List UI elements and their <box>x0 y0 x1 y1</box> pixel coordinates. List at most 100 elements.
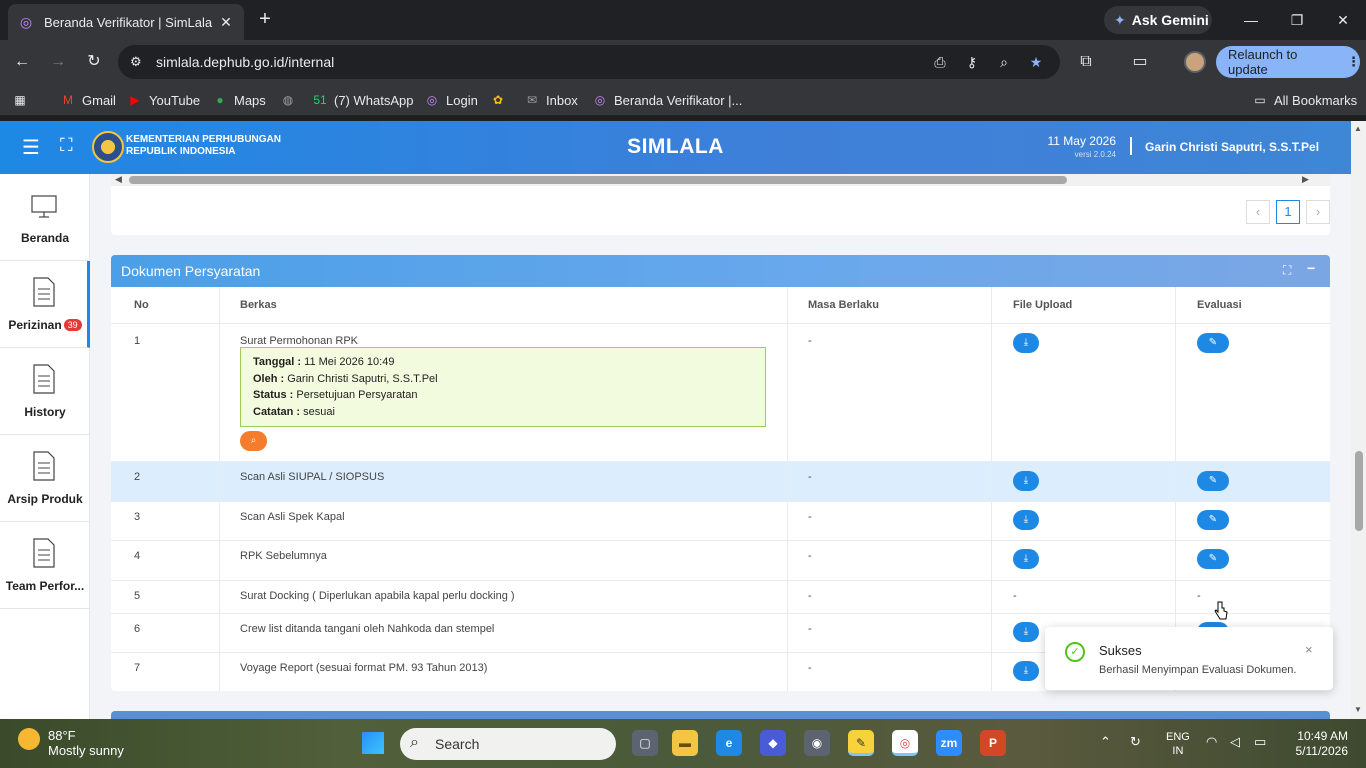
reload-icon[interactable]: ↻ <box>82 50 106 74</box>
download-icon: ⤓ <box>1023 337 1029 348</box>
sidebar-item-label: Beranda <box>20 231 70 245</box>
detail-catatan-label: Catatan : <box>253 405 301 418</box>
scroll-right-icon[interactable]: ▶ <box>1302 174 1309 185</box>
profile-avatar[interactable] <box>1184 51 1206 73</box>
forward-arrow-icon[interactable]: → <box>46 50 70 74</box>
chrome-icon[interactable]: ◎ <box>892 730 918 756</box>
file-explorer-icon[interactable]: ▬ <box>672 730 698 756</box>
pagination-prev[interactable]: ‹ <box>1246 200 1270 224</box>
sticky-notes-icon[interactable]: ✎ <box>848 730 874 756</box>
download-button[interactable]: ⤓ <box>1013 549 1039 569</box>
chevron-up-icon[interactable]: ⌃ <box>1100 734 1111 750</box>
app-version: versi 2.0.24 <box>1074 150 1116 159</box>
sidebar-item-team-performance[interactable]: Team Perfor... <box>0 522 90 609</box>
powerpoint-icon[interactable]: P <box>980 730 1006 756</box>
bookmark-item[interactable]: M Gmail <box>60 91 116 109</box>
search-icon: ⌕ <box>410 734 419 751</box>
header-user-name[interactable]: Garin Christi Saputri, S.S.T.Pel <box>1145 140 1319 154</box>
install-app-icon[interactable]: ⎙ <box>928 50 952 74</box>
pagination-page[interactable]: 1 <box>1276 200 1300 224</box>
bookmark-label: Maps <box>234 92 266 108</box>
pagination-next[interactable]: › <box>1306 200 1330 224</box>
battery-icon[interactable]: ▭ <box>1254 734 1266 750</box>
edit-evaluation-button[interactable]: ✎ <box>1197 471 1229 491</box>
sidebar-item-history[interactable]: History <box>0 348 90 435</box>
scroll-thumb[interactable] <box>1355 451 1363 531</box>
address-bar[interactable]: ⚙ simlala.dephub.go.id/internal <box>118 45 1060 79</box>
restore-icon[interactable]: ❐ <box>1274 6 1320 34</box>
bookmark-item[interactable]: ◍ <box>280 91 302 109</box>
bookmark-item[interactable]: 51 (7) WhatsApp <box>312 91 413 109</box>
horizontal-scrollbar[interactable]: ◀ ▶ <box>111 174 1330 186</box>
bookmark-item[interactable]: ● Maps <box>212 91 266 109</box>
sidebar-item-perizinan[interactable]: Perizinan 39 <box>0 261 90 348</box>
edit-evaluation-button[interactable]: ✎ <box>1197 333 1229 353</box>
scroll-up-icon[interactable]: ▲ <box>1354 124 1362 133</box>
app-icon[interactable]: ◆ <box>760 730 786 756</box>
download-button[interactable]: ⤓ <box>1013 661 1039 681</box>
berkas-name: Scan Asli Spek Kapal <box>240 511 345 523</box>
task-view-icon[interactable]: ▢ <box>632 730 658 756</box>
new-tab-button[interactable]: + <box>254 8 276 30</box>
bookmark-item[interactable]: ▶ YouTube <box>127 91 200 109</box>
system-clock[interactable]: 10:49 AM 5/11/2026 <box>1290 729 1349 759</box>
weather-sun-icon[interactable] <box>18 728 40 750</box>
weather-widget[interactable]: 88°F Mostly sunny <box>48 728 124 758</box>
file-upload-empty: - <box>1013 590 1017 602</box>
edit-evaluation-button[interactable]: ✎ <box>1197 549 1229 569</box>
language-indicator[interactable]: ENG IN <box>1166 730 1190 758</box>
scroll-left-icon[interactable]: ◀ <box>115 174 122 185</box>
download-button[interactable]: ⤓ <box>1013 510 1039 530</box>
column-divider <box>787 287 788 691</box>
view-detail-button[interactable]: ⌕ <box>240 431 267 451</box>
browser-tab[interactable]: ◎ Beranda Verifikator | SimLala ✕ <box>8 4 244 40</box>
password-key-icon[interactable]: ⚷ <box>960 50 984 74</box>
close-tab-icon[interactable]: ✕ <box>218 14 234 31</box>
windows-taskbar: 88°F Mostly sunny ⌕ Search ▢ ▬ e ◆ ◉ ✎ ◎… <box>0 719 1366 768</box>
download-button[interactable]: ⤓ <box>1013 622 1039 642</box>
wifi-icon[interactable]: ◠ <box>1206 734 1217 750</box>
back-arrow-icon[interactable]: ← <box>10 50 34 74</box>
bookmark-item[interactable]: ✿ <box>490 91 512 109</box>
windows-start-icon[interactable] <box>362 732 384 754</box>
column-header-file-upload: File Upload <box>1013 299 1073 311</box>
tab-search-icon[interactable]: ▭ <box>1128 50 1152 74</box>
relaunch-label: Relaunch to update <box>1228 47 1298 77</box>
sidebar-item-beranda[interactable]: Beranda <box>0 174 90 261</box>
bookmark-star-icon[interactable]: ★ <box>1024 50 1048 74</box>
sync-icon[interactable]: ↻ <box>1130 734 1141 750</box>
camera-icon[interactable]: ◉ <box>804 730 830 756</box>
column-header-masa-berlaku: Masa Berlaku <box>808 299 879 311</box>
extensions-icon[interactable]: ⧉ <box>1074 50 1098 74</box>
sidebar-item-arsip-produk[interactable]: Arsip Produk <box>0 435 90 522</box>
toast-close-button[interactable]: × <box>1305 642 1313 657</box>
site-info-icon[interactable]: ⚙ <box>130 54 150 70</box>
horizontal-scroll-thumb[interactable] <box>129 176 1067 184</box>
collapse-card-icon[interactable]: − <box>1307 260 1315 276</box>
sidebar-item-label: History <box>24 405 66 419</box>
minimize-icon[interactable]: — <box>1228 6 1274 34</box>
scroll-down-icon[interactable]: ▼ <box>1354 705 1362 714</box>
check-circle-icon: ✓ <box>1065 642 1085 662</box>
window-close-icon[interactable]: ✕ <box>1320 6 1366 34</box>
page-scrollbar[interactable]: ▲ ▼ <box>1351 121 1366 719</box>
zoom-app-icon[interactable]: zm <box>936 730 962 756</box>
ask-gemini-button[interactable]: ✦ Ask Gemini <box>1104 6 1212 34</box>
edge-icon[interactable]: e <box>716 730 742 756</box>
relaunch-button[interactable]: Relaunch to update ⋮ <box>1216 46 1360 78</box>
bookmark-item[interactable]: ◎ Beranda Verifikator |... <box>592 91 743 109</box>
url-text: simlala.dephub.go.id/internal <box>156 54 335 70</box>
all-bookmarks[interactable]: ▭ All Bookmarks <box>1252 91 1357 109</box>
whatsapp-icon: 51 <box>313 93 327 107</box>
zoom-icon[interactable]: ⌕ <box>992 50 1016 74</box>
edit-evaluation-button[interactable]: ✎ <box>1197 510 1229 530</box>
bookmark-item[interactable]: ✉ Inbox <box>524 91 578 109</box>
download-button[interactable]: ⤓ <box>1013 333 1039 353</box>
bookmark-item[interactable]: ◎ Login <box>424 91 478 109</box>
more-menu-icon[interactable]: ⋮ <box>1347 54 1360 70</box>
expand-card-icon[interactable]: ⛶ <box>1283 263 1291 278</box>
volume-icon[interactable]: ◁ <box>1230 734 1240 750</box>
download-button[interactable]: ⤓ <box>1013 471 1039 491</box>
apps-grid-icon[interactable]: ▦ <box>12 91 34 109</box>
taskbar-search[interactable]: ⌕ Search <box>400 728 616 760</box>
